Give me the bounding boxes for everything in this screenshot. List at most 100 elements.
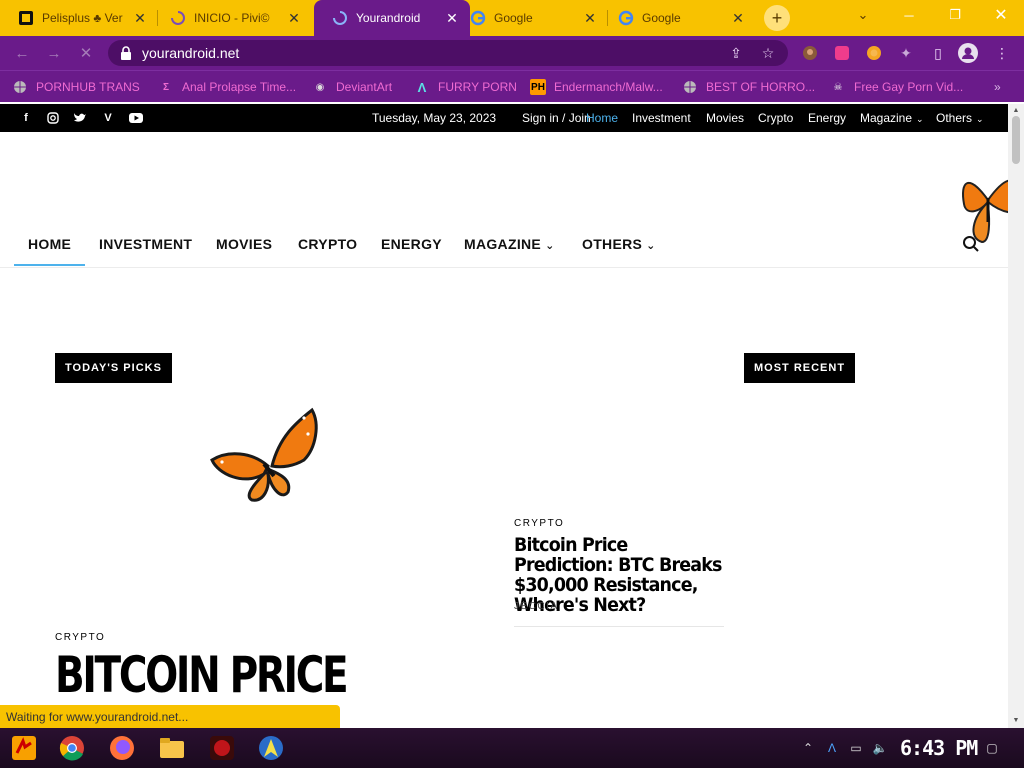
bookmark-item[interactable]: BEST OF HORRO... (682, 77, 815, 97)
extension-pink-icon[interactable] (832, 43, 852, 63)
nav-investment[interactable]: INVESTMENT (99, 236, 192, 252)
bookmark-item[interactable]: Σ Anal Prolapse Time... (158, 77, 296, 97)
tab-title: Yourandroid (356, 11, 421, 25)
bookmark-item[interactable]: ◉ DeviantArt (312, 77, 392, 97)
bookmark-item[interactable]: ☠ Free Gay Porn Vid... (830, 77, 964, 97)
globe-icon (682, 79, 698, 95)
butterfly-icon (208, 404, 320, 509)
volume-icon[interactable]: 🔈 (872, 740, 888, 756)
twitter-icon[interactable] (72, 110, 88, 126)
nav-magazine[interactable]: MAGAZINE ⌄ (464, 236, 555, 252)
back-icon[interactable]: ← (12, 43, 32, 63)
launcher-app-icon[interactable] (257, 734, 285, 762)
bookmark-label: Endermanch/Malw... (554, 80, 663, 94)
share-icon[interactable]: ⇪ (726, 43, 746, 63)
close-window-icon[interactable]: ✕ (978, 0, 1024, 30)
youtube-icon[interactable] (128, 110, 144, 126)
bookmarks-bar: PORNHUB TRANS Σ Anal Prolapse Time... ◉ … (0, 70, 1024, 102)
bookmark-label: PORNHUB TRANS (36, 80, 140, 94)
nav-home[interactable]: HOME (13, 236, 86, 266)
top-date: Tuesday, May 23, 2023 (372, 111, 497, 125)
chrome-icon[interactable] (58, 734, 86, 762)
todays-picks-label: TODAY'S PICKS (55, 353, 172, 383)
vimeo-icon[interactable]: V (100, 110, 116, 126)
menu-kebab-icon[interactable]: ⋮ (992, 43, 1012, 63)
forward-icon[interactable]: → (44, 43, 64, 63)
tab-title: Google (642, 11, 681, 25)
top-nav-movies[interactable]: Movies (706, 111, 744, 125)
tab-google-2[interactable]: Google ✕ (608, 0, 756, 36)
recent-article-category[interactable]: CRYPTO (514, 518, 564, 529)
nav-others-label: OTHERS (582, 236, 643, 252)
chevron-down-icon: ⌄ (976, 114, 984, 124)
instagram-icon[interactable] (45, 110, 61, 126)
scroll-up-icon[interactable]: ▲ (1008, 104, 1024, 116)
scroll-down-icon[interactable]: ▼ (1008, 714, 1024, 726)
url-text: yourandroid.net (142, 45, 240, 61)
featured-article-title[interactable]: BITCOIN PRICE (55, 646, 349, 704)
stop-icon[interactable]: ✕ (76, 43, 96, 63)
extension-avatar-icon[interactable] (800, 43, 820, 63)
network-icon[interactable]: ▭ (848, 740, 864, 756)
tab-pelisplus[interactable]: Pelisplus ♣ Ver ✕ (0, 0, 158, 36)
bookmark-item[interactable]: PORNHUB TRANS (12, 77, 140, 97)
bookmark-label: DeviantArt (336, 80, 393, 94)
address-bar[interactable]: yourandroid.net ⇪ ☆ (108, 40, 788, 66)
bookmark-label: BEST OF HORRO... (706, 80, 816, 94)
bookmark-label: Free Gay Porn Vid... (854, 80, 964, 94)
bookmark-item[interactable]: Λ FURRY PORN (414, 77, 517, 97)
taskbar-clock[interactable]: 6:43 PM (900, 736, 978, 760)
top-nav-energy[interactable]: Energy (808, 111, 846, 125)
tray-chevron-icon[interactable]: ⌃ (800, 740, 816, 756)
bookmark-label: FURRY PORN (438, 80, 517, 94)
close-tab-icon[interactable]: ✕ (730, 10, 746, 27)
bookmark-label: Anal Prolapse Time... (182, 80, 297, 94)
tab-search-icon[interactable]: ⌄ (840, 0, 886, 30)
firefox-icon[interactable] (108, 734, 136, 762)
loading-spinner-icon (332, 10, 348, 26)
side-panel-icon[interactable]: ▯ (928, 43, 948, 63)
nav-others[interactable]: OTHERS ⌄ (582, 236, 656, 252)
notifications-icon[interactable]: ▢ (984, 740, 1000, 756)
nav-magazine-label: MAGAZINE (464, 236, 542, 252)
start-button-icon[interactable] (10, 734, 38, 762)
top-nav-investment[interactable]: Investment (632, 111, 691, 125)
file-explorer-icon[interactable] (158, 734, 186, 762)
lock-icon[interactable] (118, 45, 134, 61)
new-tab-button[interactable]: + (764, 5, 790, 31)
bookmark-item[interactable]: PH Endermanch/Malw... (530, 77, 663, 97)
facebook-icon[interactable]: f (18, 110, 34, 126)
tab-inicio[interactable]: INICIO - Pivi© ✕ (152, 0, 312, 36)
featured-article-category[interactable]: CRYPTO (55, 632, 105, 643)
page-scrollbar[interactable]: ▲ ▼ (1008, 104, 1024, 728)
close-tab-icon[interactable]: ✕ (444, 10, 460, 27)
web-page: f V Tuesday, May 23, 2023 Sign in / Join… (0, 104, 1008, 728)
close-tab-icon[interactable]: ✕ (286, 10, 302, 27)
bookmarks-overflow-icon[interactable]: » (994, 77, 1001, 97)
close-tab-icon[interactable]: ✕ (132, 10, 148, 27)
top-nav-home[interactable]: Home (586, 111, 618, 125)
tab-yourandroid[interactable]: Yourandroid ✕ (314, 0, 470, 36)
media-app-icon[interactable] (208, 734, 236, 762)
close-tab-icon[interactable]: ✕ (582, 10, 598, 27)
top-nav-magazine-label: Magazine (860, 111, 913, 125)
top-nav-magazine[interactable]: Magazine ⌄ (860, 111, 924, 125)
bookmark-star-icon[interactable]: ☆ (758, 43, 778, 63)
minimize-icon[interactable]: ─ (886, 0, 932, 30)
sign-in-join-link[interactable]: Sign in / Join (522, 111, 591, 125)
tray-app-icon[interactable]: Λ (824, 740, 840, 756)
restore-icon[interactable]: ❐ (932, 0, 978, 30)
top-nav-others[interactable]: Others ⌄ (936, 111, 984, 125)
nav-crypto[interactable]: CRYPTO (298, 236, 357, 252)
a-logo-icon: Λ (417, 79, 427, 95)
extensions-puzzle-icon[interactable]: ✦ (896, 43, 916, 63)
tab-google-1[interactable]: Google ✕ (462, 0, 608, 36)
bracket-icon: Σ (162, 81, 169, 93)
profile-icon[interactable] (958, 43, 978, 63)
nav-movies[interactable]: MOVIES (216, 236, 272, 252)
top-nav-crypto[interactable]: Crypto (758, 111, 793, 125)
nav-energy[interactable]: ENERGY (381, 236, 442, 252)
scroll-thumb[interactable] (1012, 116, 1020, 164)
recent-article-author[interactable]: JECCIA (514, 601, 559, 612)
extension-orange-icon[interactable] (864, 43, 884, 63)
